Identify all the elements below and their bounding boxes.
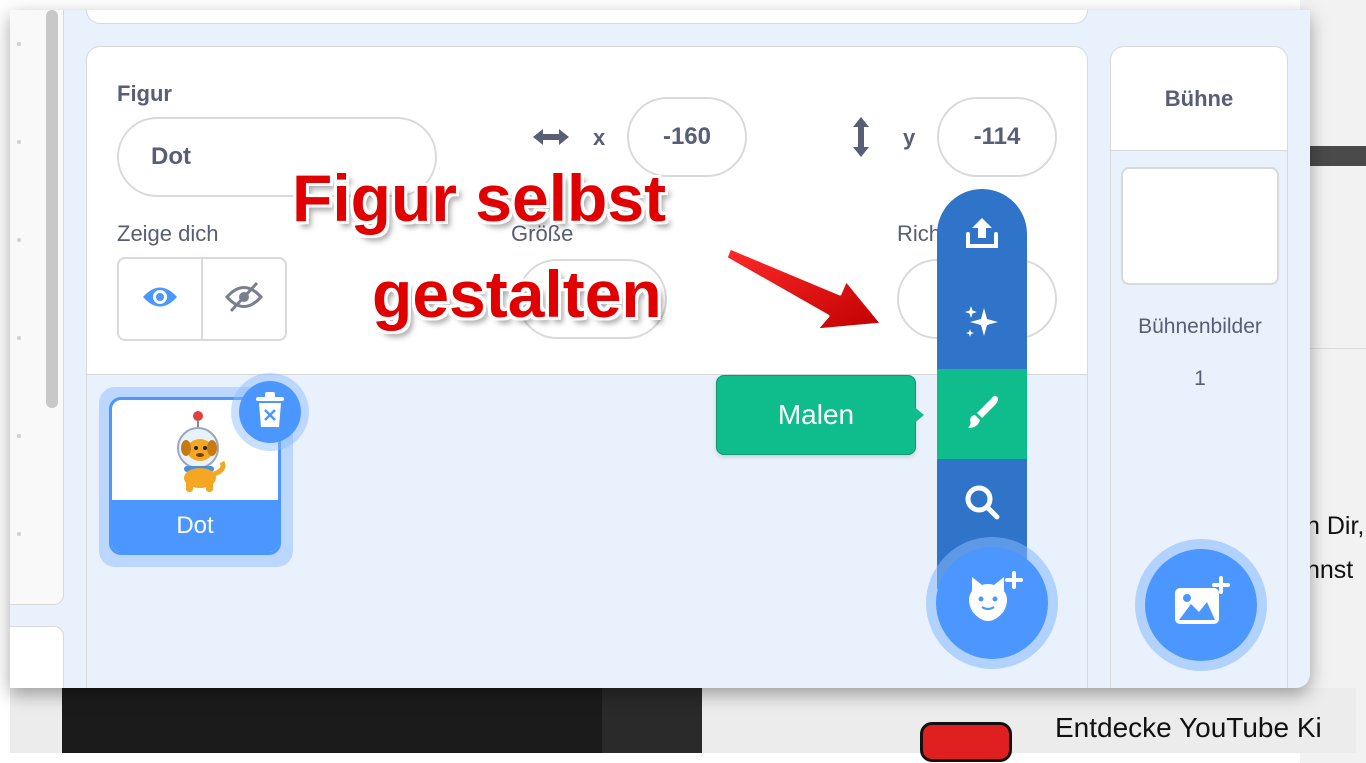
show-label: Zeige dich <box>117 221 219 246</box>
image-plus-icon <box>1171 575 1231 635</box>
surprise-sparkle-icon <box>962 302 1002 347</box>
paint-brush-icon <box>962 392 1002 437</box>
grid-dot <box>17 140 21 144</box>
stage-canvas-bottom-edge <box>86 10 1088 24</box>
choose-backdrop-button[interactable] <box>1145 549 1257 661</box>
paint-sprite-button[interactable] <box>937 369 1027 459</box>
grid-dot <box>17 336 21 340</box>
trash-icon <box>253 391 287 434</box>
backdrops-label: Bühnenbilder <box>1138 315 1262 338</box>
y-label: y <box>903 125 916 150</box>
cat-plus-icon <box>960 570 1024 636</box>
background-text-line2: nnst <box>1306 556 1354 584</box>
search-icon <box>962 482 1002 527</box>
paint-tooltip: Malen <box>716 375 916 455</box>
code-area-edge <box>10 10 64 605</box>
dot-sprite-thumbnail-icon <box>162 410 232 499</box>
y-value: -114 <box>973 123 1021 150</box>
scratch-window: Figur Dot x -160 y -114 Zeige dich Größe… <box>10 10 1310 688</box>
annotation-line2: gestalten <box>372 257 662 331</box>
grid-dot <box>17 238 21 242</box>
annotation-line1: Figur selbst <box>292 161 667 235</box>
annotation-arrow-icon <box>720 236 900 341</box>
grid-dot <box>17 532 21 536</box>
eye-icon <box>141 284 179 315</box>
upload-sprite-button[interactable] <box>937 189 1027 279</box>
upload-icon <box>962 212 1002 257</box>
visibility-toggle <box>117 257 287 341</box>
background-youtube-kids-text[interactable]: Entdecke YouTube Ki <box>1055 712 1322 744</box>
y-arrow-icon <box>843 115 879 164</box>
sprite-name-value: Dot <box>151 143 191 170</box>
x-arrow-icon <box>529 119 573 160</box>
code-area-bottom-panel <box>10 626 64 688</box>
stage-thumbnail[interactable] <box>1121 167 1279 285</box>
stage-title: Bühne <box>1111 47 1287 151</box>
choose-sprite-button[interactable] <box>936 547 1048 659</box>
grid-dot <box>17 42 21 46</box>
sprite-tile-name: Dot <box>112 500 278 552</box>
sprite-label: Figur <box>117 81 172 106</box>
choose-sprite-menu <box>937 189 1027 589</box>
screen: n Dir, nnst Entdecke YouTube Ki Figur Do… <box>0 0 1366 763</box>
backdrops-count: 1 <box>1194 367 1206 390</box>
surprise-sprite-button[interactable] <box>937 279 1027 369</box>
tooltip-arrow <box>912 405 924 425</box>
background-text-line1: n Dir, <box>1306 512 1365 540</box>
search-sprite-button[interactable] <box>937 459 1027 549</box>
scrollbar-thumb[interactable] <box>46 10 58 408</box>
delete-sprite-button[interactable] <box>239 381 301 443</box>
x-value: -160 <box>662 123 712 150</box>
grid-dot <box>17 434 21 438</box>
hide-sprite-button[interactable] <box>201 259 285 339</box>
show-sprite-button[interactable] <box>119 259 201 339</box>
background-video-thumbnail-edge <box>602 688 702 753</box>
x-label: x <box>593 125 606 150</box>
y-field[interactable]: -114 <box>937 97 1057 177</box>
youtube-kids-logo-icon <box>920 722 1012 762</box>
eye-slash-icon <box>224 281 264 318</box>
